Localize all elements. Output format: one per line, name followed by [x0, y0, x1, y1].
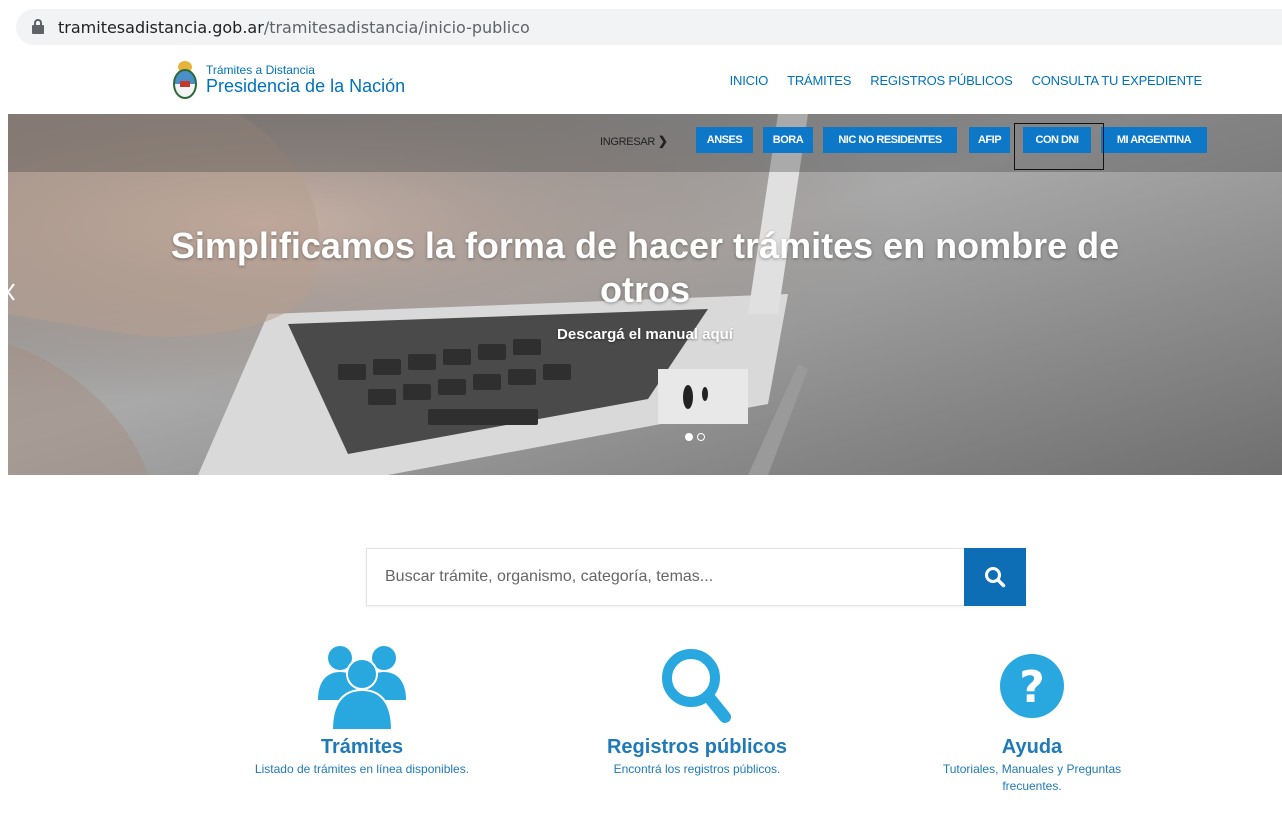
url-text[interactable]: tramitesadistancia.gob.ar/tramitesadista… — [58, 18, 530, 37]
feature-tramites-title[interactable]: Trámites — [212, 736, 512, 759]
site-logo[interactable]: Trámites a Distancia Presidencia de la N… — [172, 59, 405, 101]
site-header: Trámites a Distancia Presidencia de la N… — [0, 48, 1282, 114]
main-nav: INICIO TRÁMITES REGISTROS PÚBLICOS CONSU… — [711, 73, 1203, 88]
url-field[interactable]: tramitesadistancia.gob.ar/tramitesadista… — [16, 9, 1282, 45]
login-mi-argentina-button[interactable]: MI ARGENTINA — [1101, 127, 1207, 153]
feature-registros-title[interactable]: Registros públicos — [547, 736, 847, 759]
search-icon — [662, 649, 731, 723]
login-bora-button[interactable]: BORA — [763, 127, 813, 153]
logo-title: Presidencia de la Nación — [206, 76, 406, 96]
ingresar-label: INGRESAR ❯ — [600, 134, 668, 148]
feature-registros-desc: Encontrá los registros públicos. — [613, 762, 781, 776]
carousel-dot-1[interactable] — [685, 433, 693, 441]
url-domain: tramitesadistancia.gob.ar — [58, 17, 264, 37]
carousel-dot-2[interactable] — [697, 433, 705, 441]
nav-consulta-expediente[interactable]: CONSULTA TU EXPEDIENTE — [1032, 73, 1203, 88]
nav-registros-publicos[interactable]: REGISTROS PÚBLICOS — [870, 73, 1013, 88]
login-anses-button[interactable]: ANSES — [696, 127, 753, 153]
feature-ayuda[interactable]: ? Ayuda Tutoriales, Manuales y Preguntas… — [882, 640, 1182, 795]
hero-carousel: INGRESAR ❯ ANSES BORA NIC NO RESIDENTES … — [8, 114, 1282, 475]
help-icon: ? — [1000, 654, 1064, 718]
users-icon — [318, 646, 406, 730]
coat-of-arms-icon — [173, 61, 197, 99]
svg-text:?: ? — [1019, 662, 1045, 713]
feature-tramites[interactable]: Trámites Listado de trámites en línea di… — [212, 640, 512, 778]
login-nic-no-residentes-button[interactable]: NIC NO RESIDENTES — [823, 127, 957, 153]
feature-ayuda-desc: Tutoriales, Manuales y Preguntas frecuen… — [942, 762, 1122, 793]
nav-inicio[interactable]: INICIO — [730, 73, 769, 88]
feature-tramites-desc: Listado de trámites en línea disponibles… — [254, 762, 470, 776]
chevron-right-icon: ❯ — [657, 134, 668, 148]
login-afip-button[interactable]: AFIP — [969, 127, 1010, 153]
feature-registros-publicos[interactable]: Registros públicos Encontrá los registro… — [547, 640, 847, 778]
download-manual-link[interactable]: Descargá el manual aquí — [8, 326, 1282, 343]
carousel-indicators — [685, 433, 705, 441]
search-button[interactable] — [964, 548, 1026, 606]
lock-icon[interactable] — [32, 19, 44, 35]
nav-tramites[interactable]: TRÁMITES — [787, 73, 851, 88]
search-icon — [985, 567, 1006, 588]
hero-title: Simplificamos la forma de hacer trámites… — [170, 225, 1120, 310]
url-path: /tramitesadistancia/inicio-publico — [263, 17, 530, 37]
search-box — [366, 548, 1026, 606]
feature-ayuda-title[interactable]: Ayuda — [882, 736, 1182, 759]
browser-address-bar: tramitesadistancia.gob.ar/tramitesadista… — [0, 0, 1282, 48]
highlight-box — [1014, 123, 1104, 170]
search-input[interactable] — [367, 549, 965, 605]
